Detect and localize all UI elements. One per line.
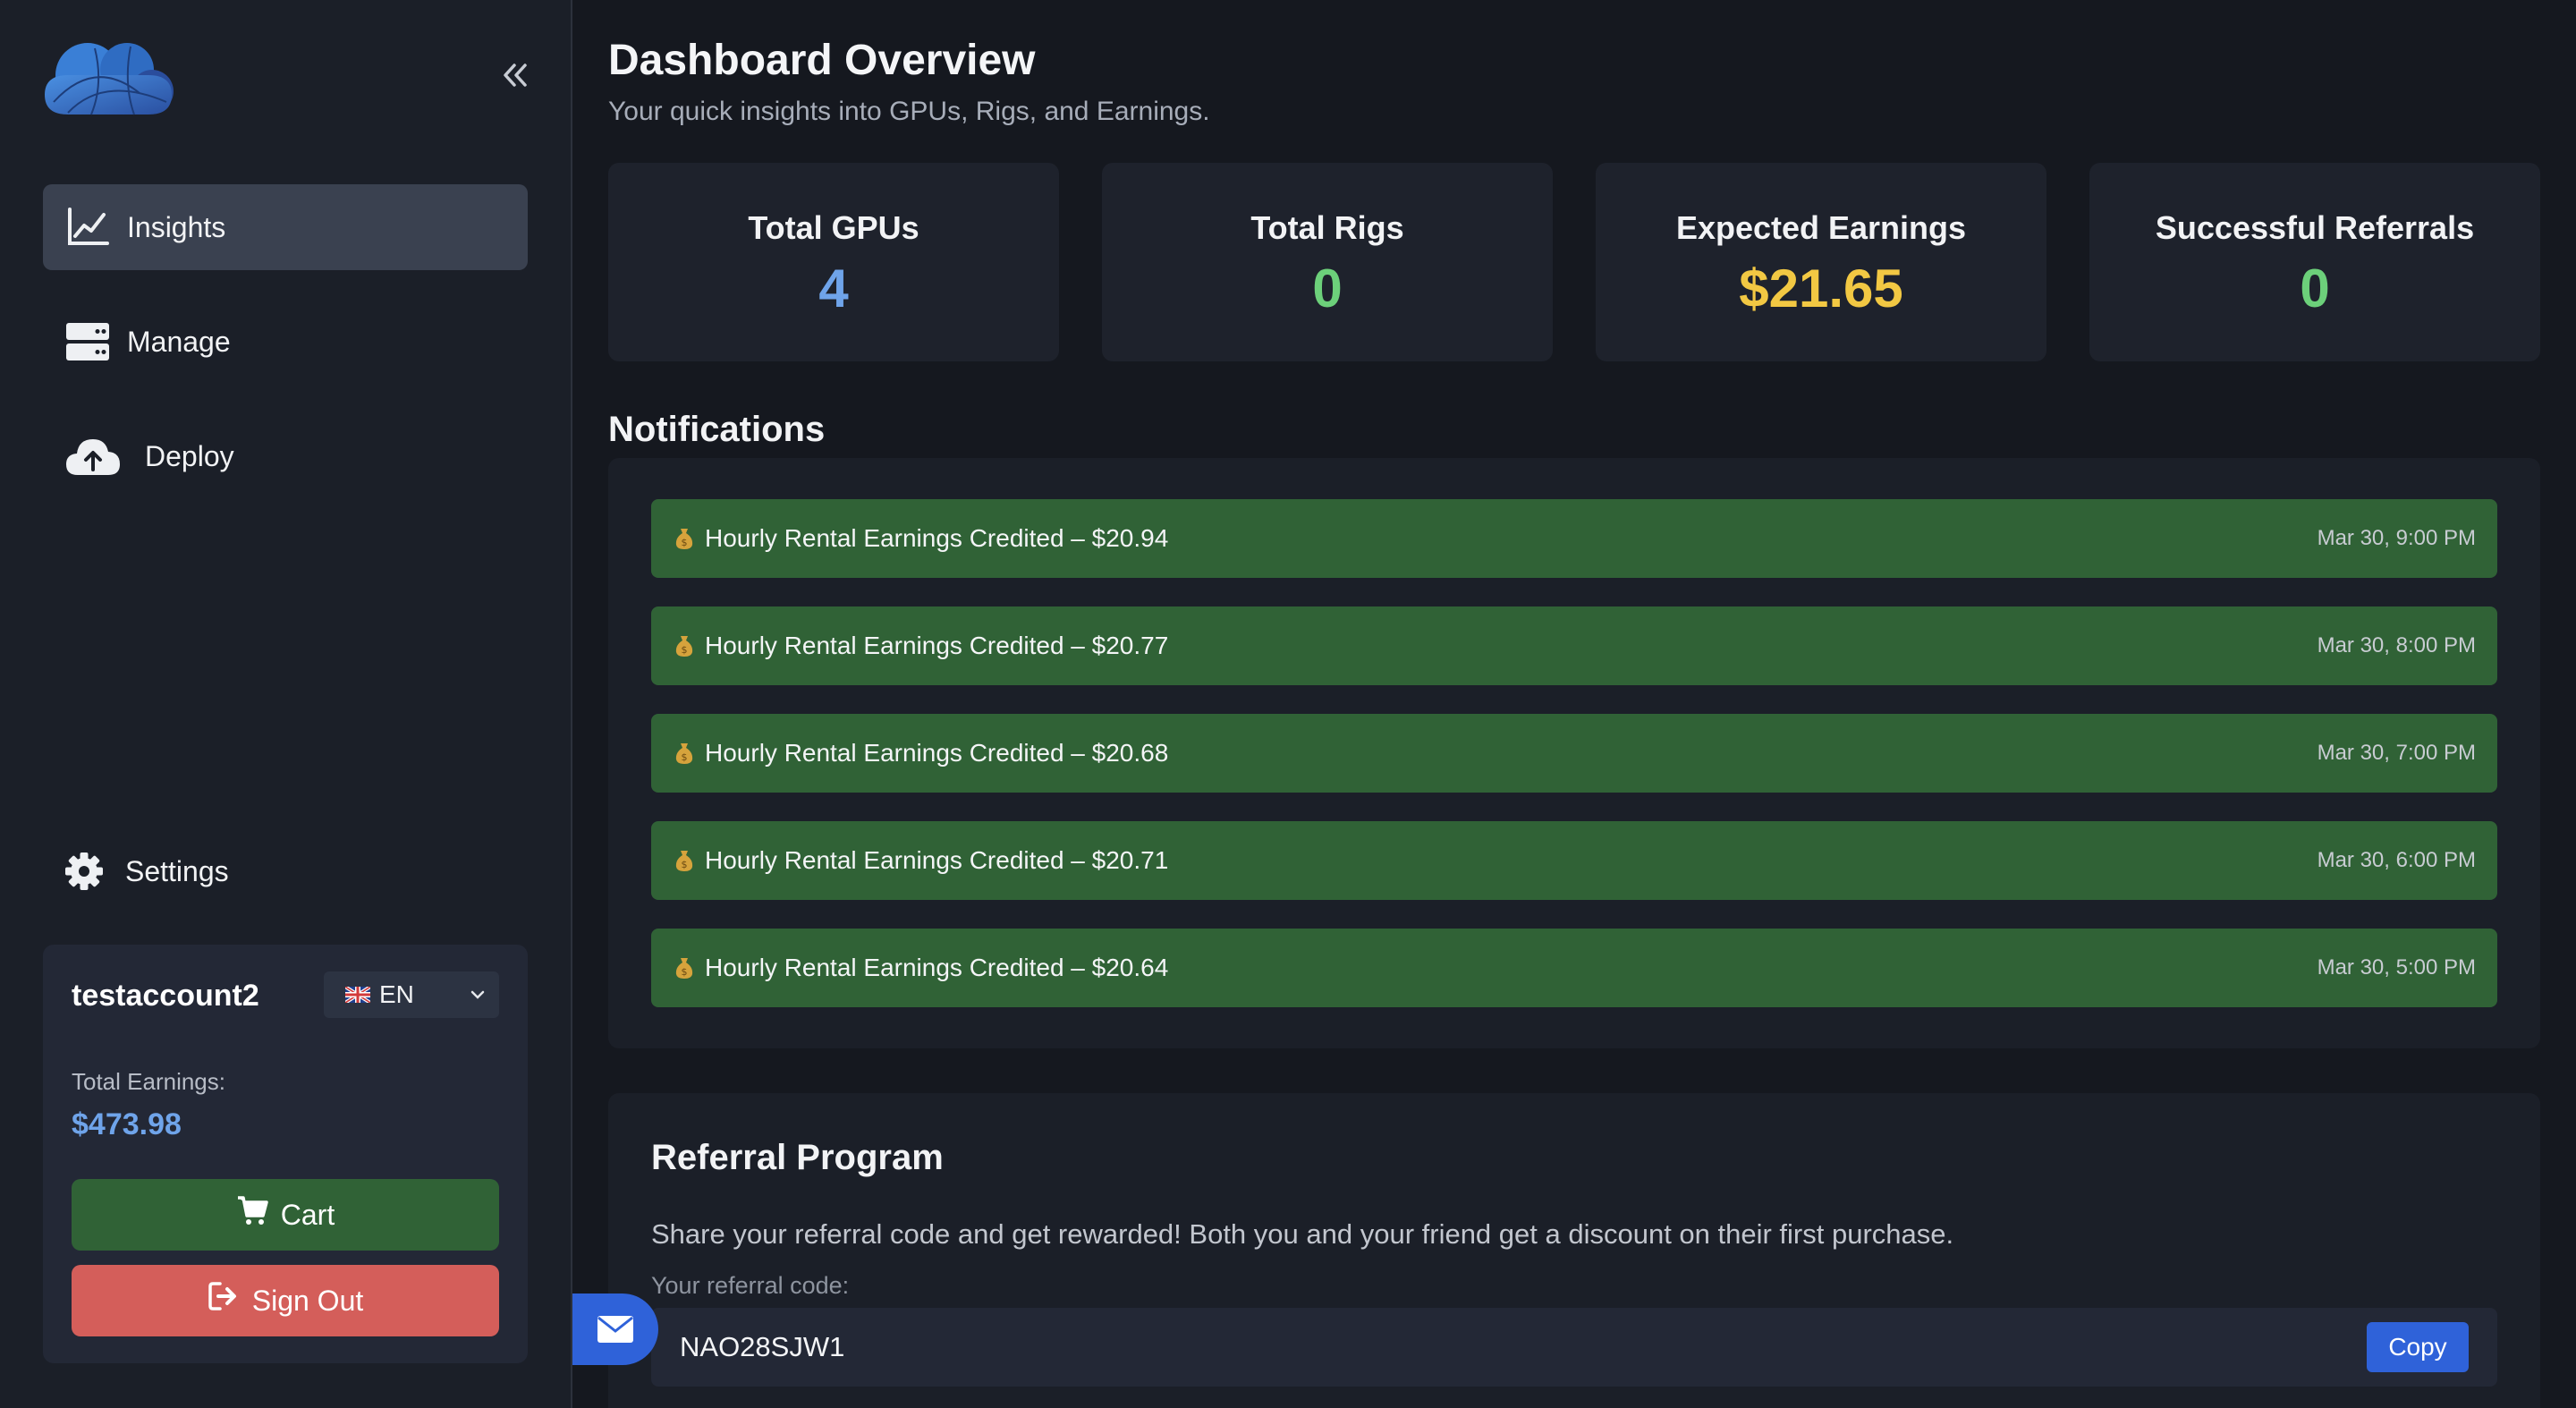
sign-out-icon bbox=[208, 1282, 236, 1310]
cart-button[interactable]: Cart bbox=[72, 1179, 499, 1251]
double-chevron-left-icon bbox=[504, 64, 527, 87]
stat-card-total-rigs: Total Rigs 0 bbox=[1102, 163, 1553, 361]
stat-value: 4 bbox=[818, 259, 849, 318]
cloud-upload-icon bbox=[64, 435, 122, 478]
nav-label-insights: Insights bbox=[127, 210, 226, 243]
notification-item[interactable]: $ Hourly Rental Earnings Credited – $20.… bbox=[651, 499, 2497, 578]
money-bag-icon: $ bbox=[675, 636, 693, 657]
nav-label-manage: Manage bbox=[127, 325, 231, 358]
stat-value: $21.65 bbox=[1739, 259, 1903, 318]
language-select[interactable]: EN bbox=[324, 971, 499, 1018]
sign-out-button[interactable]: Sign Out bbox=[72, 1265, 499, 1336]
server-icon bbox=[64, 320, 111, 363]
envelope-icon bbox=[597, 1316, 633, 1343]
notification-time: Mar 30, 9:00 PM bbox=[2317, 526, 2476, 550]
notification-text: Hourly Rental Earnings Credited – $20.71 bbox=[705, 846, 1169, 874]
stat-value: 0 bbox=[2300, 259, 2330, 318]
svg-text:$: $ bbox=[682, 751, 688, 763]
cloud-logo[interactable] bbox=[41, 39, 175, 116]
uk-flag-icon bbox=[345, 987, 370, 1003]
nav-label-settings: Settings bbox=[125, 854, 229, 887]
svg-text:$: $ bbox=[682, 966, 688, 978]
referral-code-field[interactable]: NAO28SJW1 Copy bbox=[651, 1308, 2497, 1387]
stat-label: Successful Referrals bbox=[2155, 209, 2475, 246]
notification-time: Mar 30, 5:00 PM bbox=[2317, 955, 2476, 980]
stat-card-total-gpus: Total GPUs 4 bbox=[608, 163, 1059, 361]
contact-mail-button[interactable] bbox=[572, 1293, 658, 1365]
sign-out-label: Sign Out bbox=[251, 1284, 364, 1317]
stat-card-successful-referrals: Successful Referrals 0 bbox=[2089, 163, 2540, 361]
account-card: testaccount2 EN Total Earnings: $473.98 … bbox=[43, 945, 528, 1363]
money-bag-icon: $ bbox=[675, 851, 693, 871]
notification-text: Hourly Rental Earnings Credited – $20.77 bbox=[705, 632, 1169, 659]
chart-line-icon bbox=[64, 206, 111, 249]
nav-item-insights[interactable]: Insights bbox=[43, 184, 528, 270]
cart-label: Cart bbox=[280, 1198, 335, 1231]
notification-item[interactable]: $ Hourly Rental Earnings Credited – $20.… bbox=[651, 606, 2497, 685]
notification-item[interactable]: $ Hourly Rental Earnings Credited – $20.… bbox=[651, 821, 2497, 900]
stat-label: Expected Earnings bbox=[1675, 209, 1967, 246]
stat-label: Total GPUs bbox=[748, 209, 919, 246]
nav-item-manage[interactable]: Manage bbox=[43, 299, 528, 385]
language-value: EN bbox=[379, 980, 414, 1008]
sidebar: Insights Manage Deploy Settings testacco… bbox=[0, 0, 572, 1408]
gear-icon bbox=[64, 850, 104, 893]
money-bag-icon: $ bbox=[675, 743, 693, 764]
notifications-panel: $ Hourly Rental Earnings Credited – $20.… bbox=[608, 458, 2540, 1048]
page-subtitle: Your quick insights into GPUs, Rigs, and… bbox=[608, 97, 1210, 126]
svg-text:$: $ bbox=[682, 859, 688, 870]
page-title: Dashboard Overview bbox=[608, 37, 1036, 84]
referral-code-value: NAO28SJW1 bbox=[680, 1331, 845, 1362]
notification-time: Mar 30, 8:00 PM bbox=[2317, 633, 2476, 657]
username: testaccount2 bbox=[72, 979, 259, 1013]
total-earnings-value: $473.98 bbox=[72, 1107, 182, 1141]
svg-text:$: $ bbox=[682, 644, 688, 656]
notification-time: Mar 30, 7:00 PM bbox=[2317, 741, 2476, 765]
svg-text:$: $ bbox=[682, 537, 688, 548]
notification-item[interactable]: $ Hourly Rental Earnings Credited – $20.… bbox=[651, 714, 2497, 793]
referral-description: Share your referral code and get rewarde… bbox=[651, 1218, 1954, 1250]
cart-icon bbox=[237, 1196, 268, 1225]
money-bag-icon: $ bbox=[675, 958, 693, 979]
referral-panel: Referral Program Share your referral cod… bbox=[608, 1093, 2540, 1408]
nav-label-deploy: Deploy bbox=[145, 439, 234, 472]
main-content: Dashboard Overview Your quick insights i… bbox=[572, 0, 2576, 1408]
referral-code-label: Your referral code: bbox=[651, 1272, 850, 1299]
nav-item-settings[interactable]: Settings bbox=[43, 828, 528, 914]
notification-text: Hourly Rental Earnings Credited – $20.64 bbox=[705, 954, 1169, 981]
collapse-sidebar-button[interactable] bbox=[497, 57, 533, 93]
total-earnings-label: Total Earnings: bbox=[72, 1068, 225, 1095]
stat-label: Total Rigs bbox=[1250, 209, 1404, 246]
notification-time: Mar 30, 6:00 PM bbox=[2317, 848, 2476, 872]
notification-text: Hourly Rental Earnings Credited – $20.94 bbox=[705, 524, 1169, 552]
nav-item-deploy[interactable]: Deploy bbox=[43, 413, 528, 499]
referral-title: Referral Program bbox=[651, 1138, 944, 1177]
notification-item[interactable]: $ Hourly Rental Earnings Credited – $20.… bbox=[651, 929, 2497, 1007]
stat-value: 0 bbox=[1312, 259, 1343, 318]
copy-button[interactable]: Copy bbox=[2367, 1322, 2469, 1372]
money-bag-icon: $ bbox=[675, 529, 693, 549]
stat-card-expected-earnings: Expected Earnings $21.65 bbox=[1596, 163, 2046, 361]
notification-text: Hourly Rental Earnings Credited – $20.68 bbox=[705, 739, 1169, 767]
notifications-title: Notifications bbox=[608, 410, 826, 449]
chevron-down-icon bbox=[470, 990, 485, 999]
